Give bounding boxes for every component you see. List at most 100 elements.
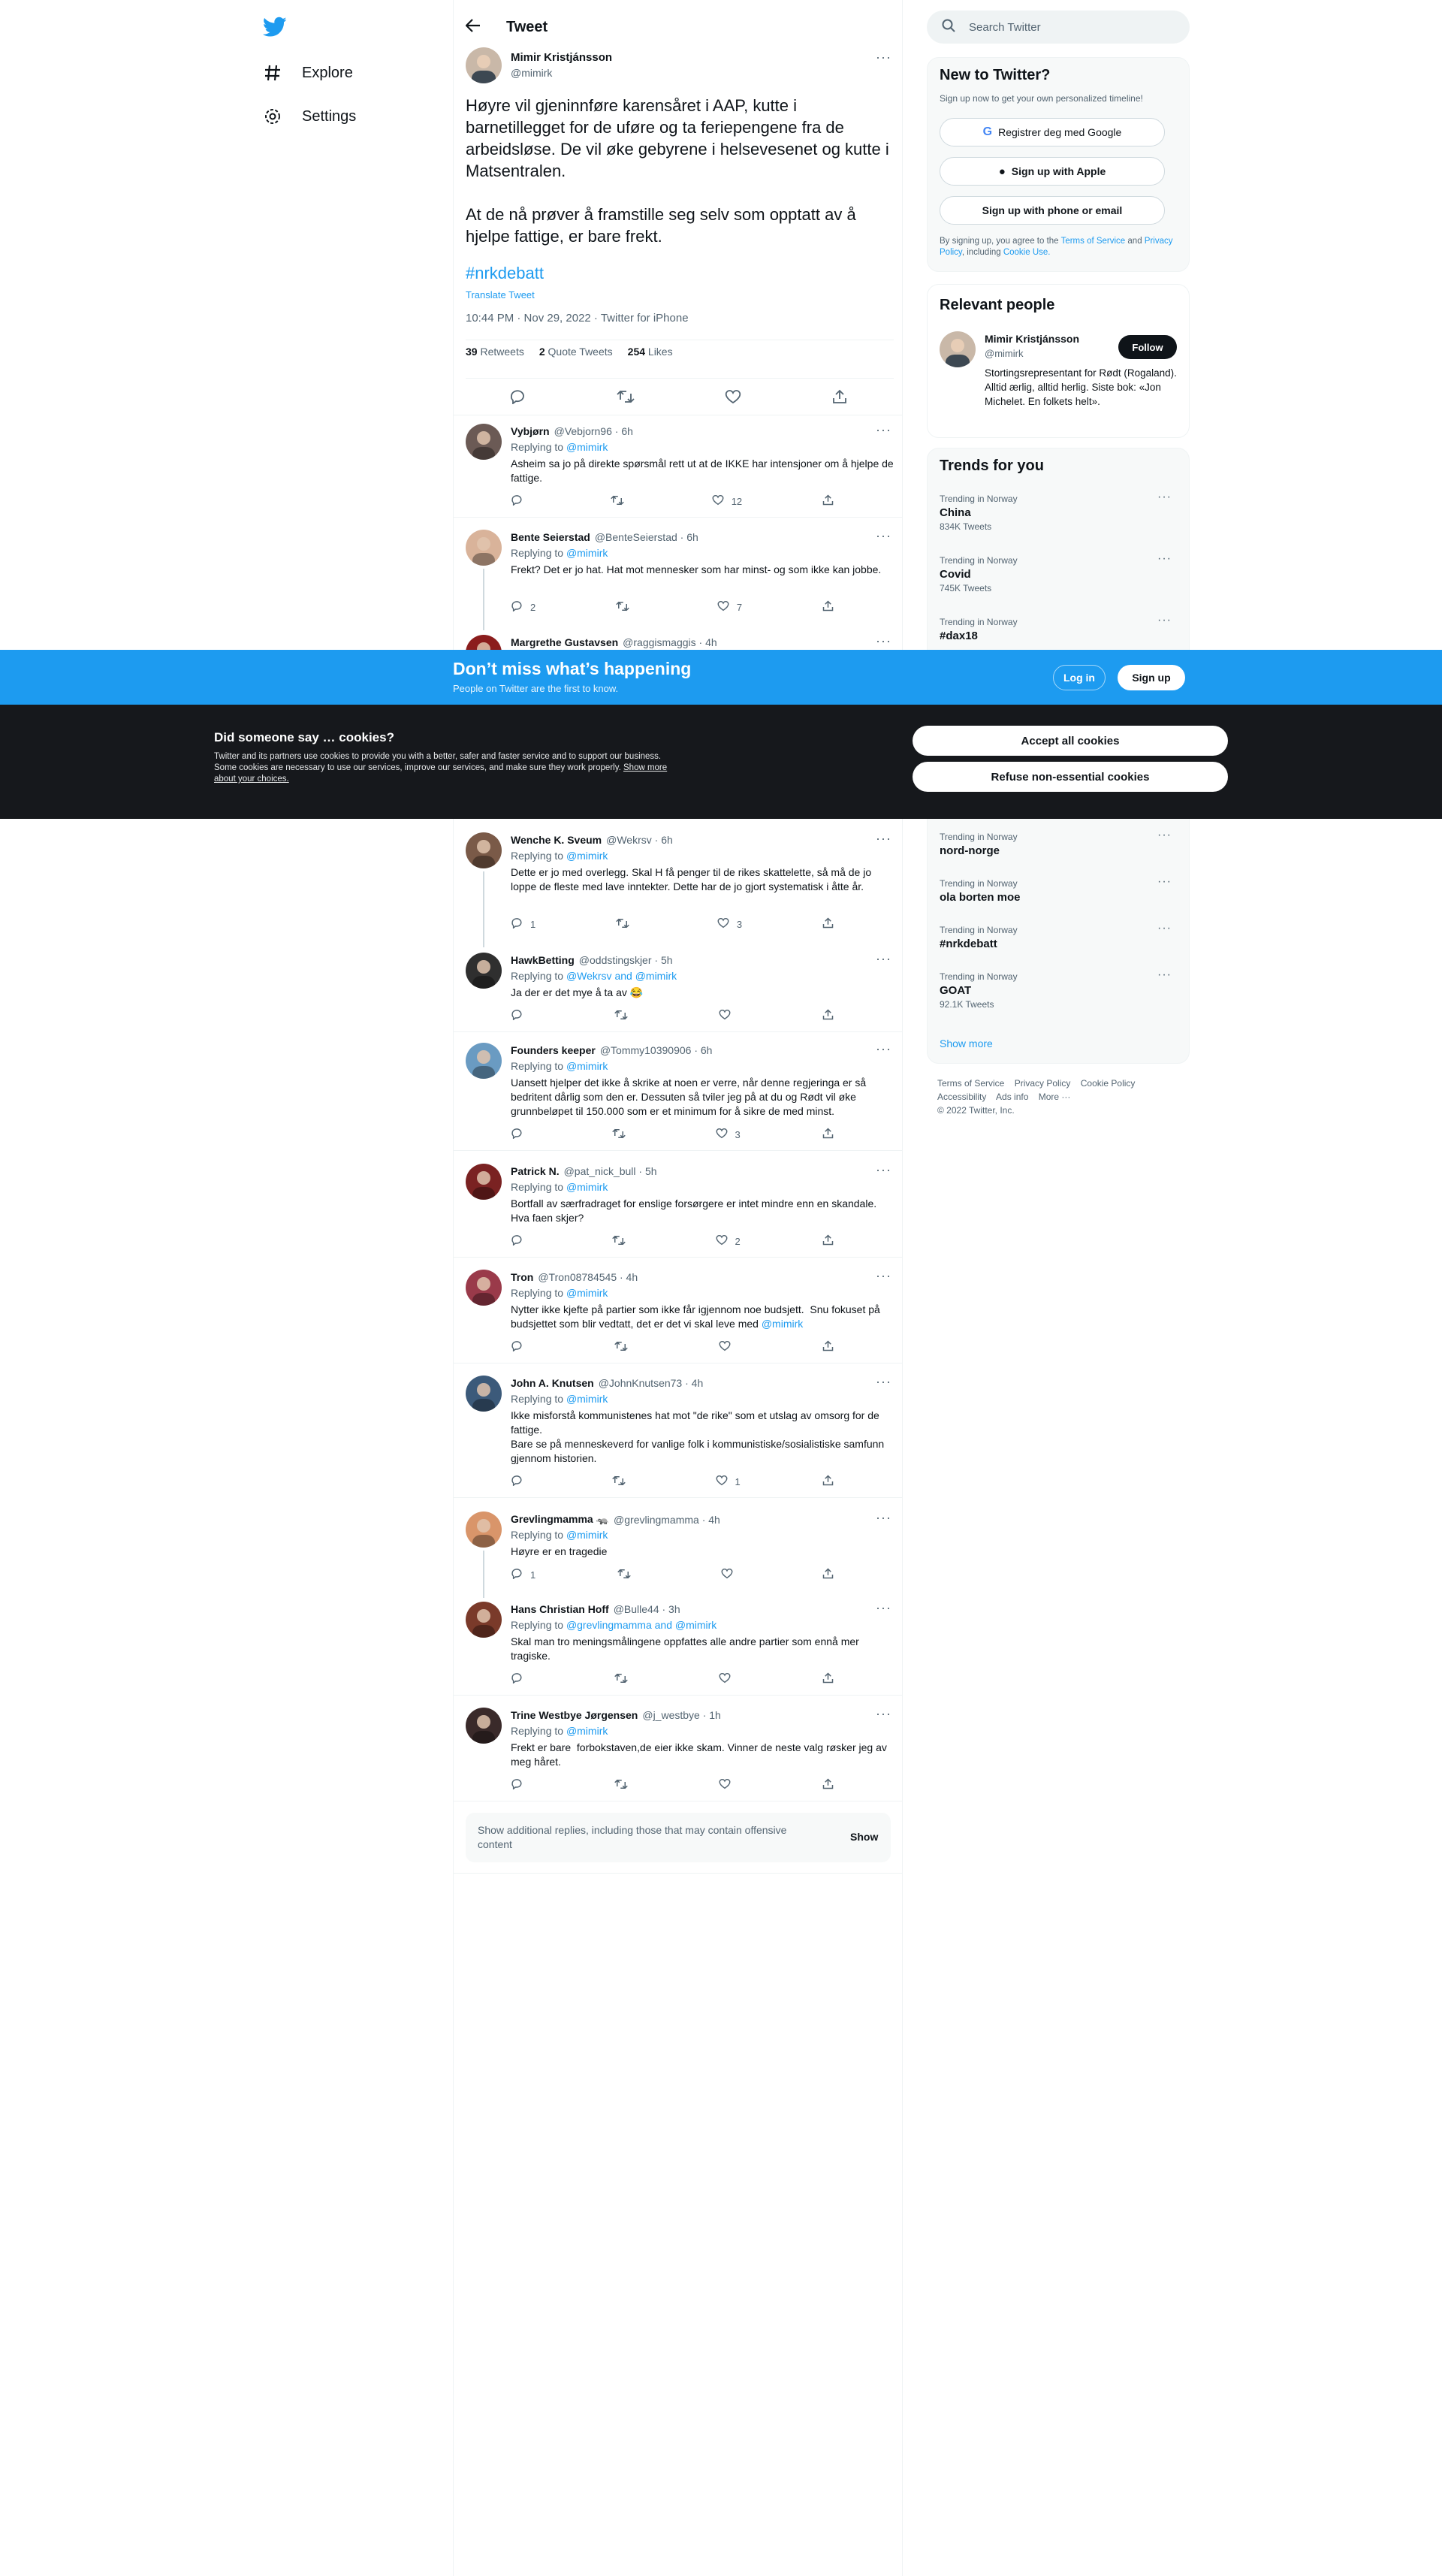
more-options-icon[interactable]: ··· <box>1157 491 1172 504</box>
reply-author-handle[interactable]: @BenteSeierstad · 6h <box>595 531 698 543</box>
reply-button[interactable]: 1 <box>511 917 535 931</box>
signup-button[interactable]: Sign up <box>1118 665 1185 690</box>
avatar[interactable] <box>466 424 502 460</box>
like-button[interactable] <box>719 1778 738 1792</box>
reply-author-name[interactable]: Wenche K. Sveum <box>511 834 602 846</box>
reply-author-handle[interactable]: @Tron08784545 · 4h <box>538 1271 638 1283</box>
quotes-stat[interactable]: 2 Quote Tweets <box>539 346 613 358</box>
more-options-icon[interactable]: ··· <box>1157 614 1172 627</box>
retweet-button[interactable] <box>616 601 637 614</box>
relevant-handle[interactable]: @mimirk <box>985 348 1023 359</box>
more-options-icon[interactable]: ··· <box>1157 922 1172 935</box>
more-options-icon[interactable]: ··· <box>876 831 891 847</box>
retweet-button[interactable] <box>614 1341 635 1354</box>
retweet-button[interactable] <box>612 1475 633 1488</box>
reply-button[interactable] <box>511 1009 530 1022</box>
reply-icon[interactable] <box>509 389 526 408</box>
reply-author-handle[interactable]: @Vebjorn96 · 6h <box>554 425 633 437</box>
avatar[interactable] <box>466 47 502 83</box>
more-options-icon[interactable]: ··· <box>876 633 891 649</box>
replying-to-link[interactable]: @mimirk <box>566 1393 608 1405</box>
reply-author-handle[interactable]: @j_westbye · 1h <box>642 1709 720 1721</box>
footer-link-accessibility[interactable]: Accessibility <box>937 1092 986 1102</box>
like-button[interactable] <box>721 1568 741 1581</box>
retweet-button[interactable] <box>611 495 632 508</box>
more-options-icon[interactable]: ··· <box>876 1041 891 1057</box>
share-button[interactable] <box>822 917 834 931</box>
replying-to-link[interactable]: @mimirk <box>566 547 608 559</box>
replying-to-link[interactable]: @mimirk <box>566 850 608 862</box>
show-button[interactable]: Show <box>850 1831 878 1843</box>
reply-author-handle[interactable]: @Tommy10390906 · 6h <box>600 1044 713 1056</box>
avatar[interactable] <box>466 1376 502 1412</box>
cookie-link[interactable]: Cookie Use. <box>1003 248 1051 257</box>
retweet-icon[interactable] <box>617 390 635 407</box>
reply-author-handle[interactable]: @Bulle44 · 3h <box>614 1603 680 1615</box>
tweet-meta[interactable]: 10:44 PM · Nov 29, 2022 · Twitter for iP… <box>466 312 689 325</box>
trend-item[interactable]: Trending in Norway #dax18 ··· <box>940 614 1177 645</box>
share-button[interactable] <box>822 1475 834 1488</box>
follow-button[interactable]: Follow <box>1118 335 1177 359</box>
more-options-icon[interactable]: ··· <box>876 50 891 65</box>
avatar[interactable] <box>466 1164 502 1200</box>
like-icon[interactable] <box>725 389 741 408</box>
replying-to-link[interactable]: @Wekrsv and @mimirk <box>566 970 677 982</box>
likes-stat[interactable]: 254 Likes <box>628 346 673 358</box>
twitter-logo-icon[interactable] <box>262 17 288 39</box>
more-options-icon[interactable]: ··· <box>876 1374 891 1390</box>
trend-item[interactable]: Trending in Norway nord-norge ··· <box>940 829 1177 859</box>
share-button[interactable] <box>822 494 834 508</box>
terms-link[interactable]: Terms of Service <box>1061 237 1126 246</box>
reply-author-name[interactable]: HawkBetting <box>511 954 575 966</box>
like-button[interactable]: 12 <box>712 494 742 508</box>
replying-to-link[interactable]: @mimirk <box>566 1060 608 1072</box>
login-button[interactable]: Log in <box>1053 665 1106 690</box>
tweet-author-handle[interactable]: @mimirk <box>511 67 552 79</box>
more-options-icon[interactable]: ··· <box>1157 875 1172 889</box>
mention-link[interactable]: @mimirk <box>762 1318 803 1330</box>
phone-signup-button[interactable]: Sign up with phone or email <box>940 196 1165 225</box>
avatar[interactable] <box>466 1708 502 1744</box>
reply-author-name[interactable]: Patrick N. <box>511 1165 560 1177</box>
tweet-hashtag[interactable]: #nrkdebatt <box>466 264 544 283</box>
share-icon[interactable] <box>832 389 847 408</box>
share-button[interactable] <box>822 600 834 614</box>
reply-author-handle[interactable]: @pat_nick_bull · 5h <box>564 1165 657 1177</box>
reply-author-handle[interactable]: @grevlingmamma · 4h <box>614 1514 720 1526</box>
like-button[interactable]: 1 <box>716 1475 741 1488</box>
footer-link-terms[interactable]: Terms of Service <box>937 1078 1004 1089</box>
replying-to-link[interactable]: @mimirk <box>566 1529 608 1541</box>
back-arrow-icon[interactable] <box>465 18 481 36</box>
reply-author-name[interactable]: Founders keeper <box>511 1044 596 1056</box>
reply-author-handle[interactable]: @raggismaggis · 4h <box>623 636 717 648</box>
avatar[interactable] <box>466 530 502 566</box>
like-button[interactable]: 7 <box>717 600 742 614</box>
reply-author-name[interactable]: John A. Knutsen <box>511 1377 594 1389</box>
like-button[interactable] <box>719 1340 738 1354</box>
trend-item[interactable]: Trending in Norway GOAT 92.1K Tweets ··· <box>940 968 1177 1010</box>
replying-to-link[interactable]: @mimirk <box>566 1725 608 1737</box>
apple-signup-button[interactable]: ● Sign up with Apple <box>940 157 1165 186</box>
reply-author-name[interactable]: Grevlingmamma 🦡 <box>511 1513 609 1526</box>
reply-button[interactable] <box>511 1340 530 1354</box>
like-button[interactable] <box>719 1009 738 1022</box>
trend-item[interactable]: Trending in Norway ola borten moe ··· <box>940 875 1177 906</box>
reply-author-handle[interactable]: @oddstingskjer · 5h <box>579 954 673 966</box>
footer-link-cookie[interactable]: Cookie Policy <box>1081 1078 1136 1089</box>
reply-author-handle[interactable]: @Wekrsv · 6h <box>606 834 673 846</box>
show-more-trends-link[interactable]: Show more <box>940 1037 993 1049</box>
reply-button[interactable]: 2 <box>511 600 535 614</box>
share-button[interactable] <box>822 1672 834 1686</box>
avatar[interactable] <box>466 953 502 989</box>
share-button[interactable] <box>822 1340 834 1354</box>
like-button[interactable] <box>719 1672 738 1686</box>
more-options-icon[interactable]: ··· <box>876 1600 891 1616</box>
reply-button[interactable] <box>511 1475 530 1488</box>
refuse-cookies-button[interactable]: Refuse non-essential cookies <box>913 762 1228 792</box>
more-options-icon[interactable]: ··· <box>876 1510 891 1526</box>
retweet-button[interactable] <box>614 1673 635 1686</box>
more-options-icon[interactable]: ··· <box>876 1162 891 1178</box>
retweets-stat[interactable]: 39 Retweets <box>466 346 524 358</box>
reply-author-name[interactable]: Vybjørn <box>511 425 550 437</box>
nav-explore[interactable]: Explore <box>263 58 353 88</box>
